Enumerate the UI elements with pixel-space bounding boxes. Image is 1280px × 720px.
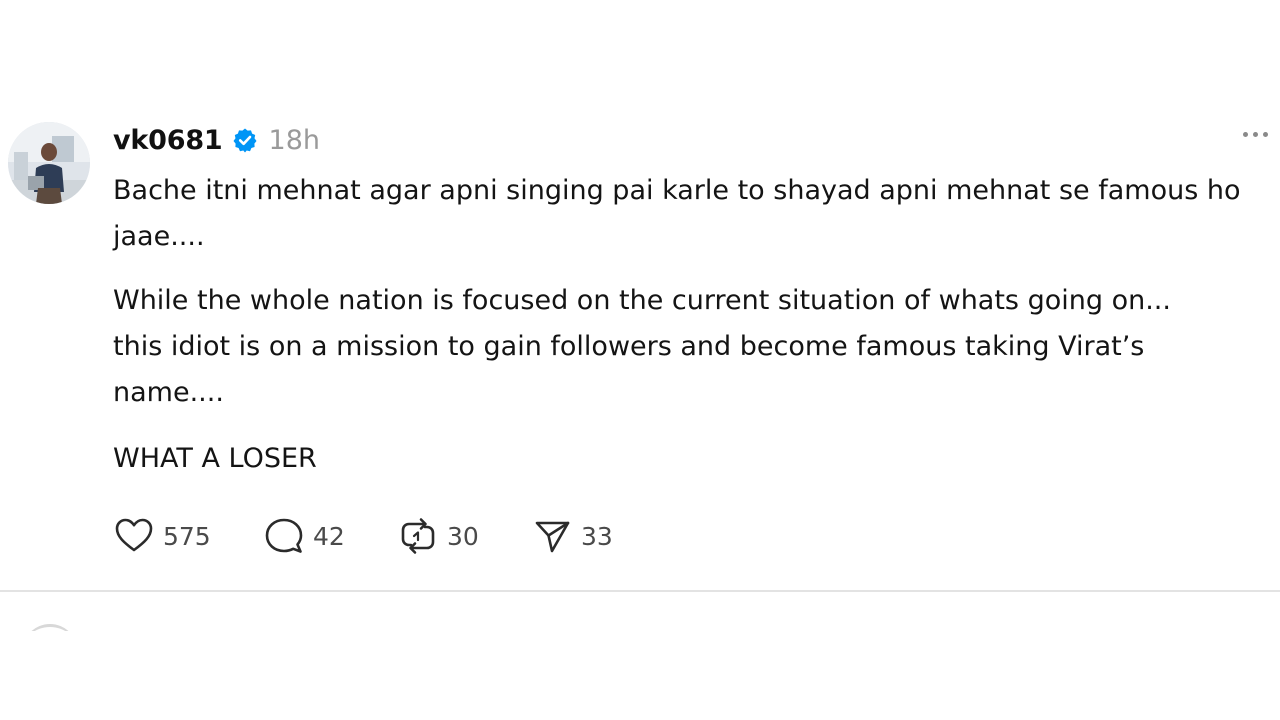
heart-icon: [113, 515, 155, 557]
share-count: 33: [581, 521, 613, 551]
send-icon: [531, 515, 573, 557]
post-actions: 575 42 30 33: [113, 512, 651, 560]
post-paragraph: WHAT A LOSER: [113, 443, 317, 474]
verified-badge-icon: [232, 127, 258, 153]
like-button[interactable]: 575: [113, 515, 263, 557]
post-header: vk0681 18h: [113, 122, 320, 158]
avatar-photo: [8, 122, 90, 204]
repost-icon: [397, 515, 439, 557]
avatar[interactable]: [8, 122, 90, 204]
post-body: Bache itni mehnat agar apni singing pai …: [113, 168, 1263, 482]
more-options-icon[interactable]: [1241, 126, 1270, 143]
dot: [1263, 132, 1268, 137]
repost-button[interactable]: 30: [397, 515, 531, 557]
dot: [1243, 132, 1248, 137]
username[interactable]: vk0681: [113, 125, 223, 156]
post-time[interactable]: 18h: [269, 125, 320, 156]
repost-count: 30: [447, 521, 479, 551]
threads-feed: vk0681 18h Bache itni mehnat agar apni s…: [0, 0, 1280, 720]
next-post-avatar[interactable]: [22, 624, 78, 631]
dot: [1253, 132, 1258, 137]
post-paragraph: Bache itni mehnat agar apni singing pai …: [113, 175, 1241, 252]
share-button[interactable]: 33: [531, 515, 651, 557]
comment-icon: [263, 515, 305, 557]
reply-button[interactable]: 42: [263, 515, 397, 557]
reply-count: 42: [313, 521, 345, 551]
post-paragraph: While the whole nation is focused on the…: [113, 285, 1171, 408]
like-count: 575: [163, 521, 211, 551]
post: vk0681 18h Bache itni mehnat agar apni s…: [0, 0, 1280, 591]
post-divider: [0, 590, 1280, 592]
